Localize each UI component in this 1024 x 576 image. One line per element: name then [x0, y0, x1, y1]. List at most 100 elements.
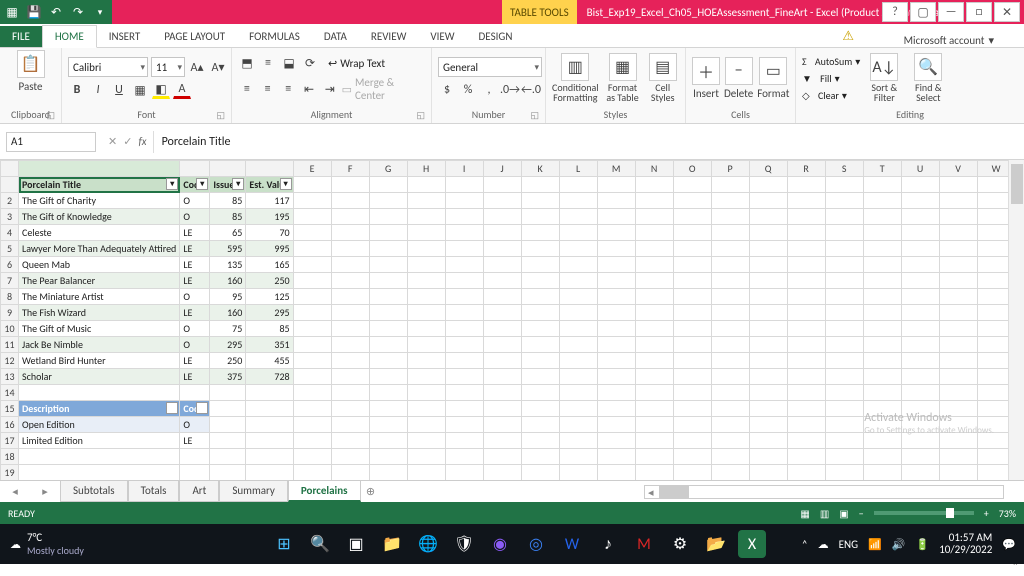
number-dialog-icon[interactable]: ◱ — [530, 110, 539, 121]
view-page-break-icon[interactable]: ▣ — [839, 507, 848, 520]
table-cell[interactable]: 375 — [210, 369, 246, 385]
filter-dropdown-icon[interactable]: ▾ — [232, 178, 244, 190]
paste-button[interactable]: 📋 Paste — [10, 50, 52, 93]
table-cell[interactable]: 70 — [246, 225, 293, 241]
table-cell[interactable]: 165 — [246, 257, 293, 273]
filter-dropdown-icon[interactable]: ▾ — [166, 402, 178, 414]
chrome-icon[interactable]: 🌐 — [414, 530, 442, 558]
table-cell[interactable]: 125 — [246, 289, 293, 305]
restore-icon[interactable]: □ — [966, 2, 992, 22]
tab-design[interactable]: DESIGN — [467, 26, 525, 47]
zoom-level[interactable]: 73% — [999, 507, 1016, 520]
table-cell[interactable]: 595 — [210, 241, 246, 257]
table-cell[interactable]: 117 — [246, 193, 293, 209]
table-cell[interactable]: 85 — [210, 209, 246, 225]
table-cell[interactable]: Limited Edition — [19, 433, 180, 449]
save-icon[interactable]: 💾 — [26, 4, 42, 20]
find-select-button[interactable]: 🔍Find & Select — [908, 53, 948, 103]
fill-button[interactable]: ▼ Fill ▾ — [802, 72, 860, 85]
alignment-dialog-icon[interactable]: ◱ — [416, 110, 425, 121]
align-top-icon[interactable]: ⬒ — [238, 54, 256, 72]
tab-insert[interactable]: INSERT — [97, 26, 153, 47]
align-middle-icon[interactable]: ≡ — [259, 54, 277, 72]
tab-page-layout[interactable]: PAGE LAYOUT — [152, 26, 237, 47]
security-icon[interactable]: 🛡 — [450, 530, 478, 558]
sheet-tab-porcelains[interactable]: Porcelains — [288, 481, 361, 502]
cancel-formula-icon[interactable]: ✕ — [108, 135, 117, 148]
table-cell[interactable]: LE — [180, 433, 210, 449]
format-cells-button[interactable]: ▭Format — [757, 57, 789, 100]
tab-home[interactable]: HOME — [42, 25, 97, 48]
table-cell[interactable]: 160 — [210, 273, 246, 289]
table-cell[interactable]: O — [180, 289, 210, 305]
underline-button[interactable]: U — [110, 81, 128, 99]
font-color-button[interactable]: A — [173, 81, 191, 99]
undo-icon[interactable]: ↶ — [48, 4, 64, 20]
table-header[interactable]: Code▾ — [180, 401, 210, 417]
table-cell[interactable]: LE — [180, 353, 210, 369]
table-cell[interactable]: O — [180, 193, 210, 209]
new-sheet-button[interactable]: ⊕ — [361, 485, 381, 498]
table-cell[interactable]: Lawyer More Than Adequately Attired — [19, 241, 180, 257]
number-format-combo[interactable]: General — [438, 57, 542, 77]
table-cell[interactable]: LE — [180, 241, 210, 257]
increase-font-icon[interactable]: A▴ — [188, 58, 206, 76]
qat-more-icon[interactable]: ▾ — [92, 4, 108, 20]
table-cell[interactable]: 351 — [246, 337, 293, 353]
minimize-icon[interactable]: — — [938, 2, 964, 22]
table-cell[interactable]: O — [180, 209, 210, 225]
filter-dropdown-icon[interactable]: ▾ — [166, 178, 178, 190]
sheet-tab-subtotals[interactable]: Subtotals — [60, 481, 128, 502]
table-cell[interactable]: 995 — [246, 241, 293, 257]
onedrive-icon[interactable]: ☁ — [818, 538, 829, 551]
table-cell[interactable]: The Miniature Artist — [19, 289, 180, 305]
table-cell[interactable]: 250 — [246, 273, 293, 289]
table-cell[interactable]: 195 — [246, 209, 293, 225]
language-indicator[interactable]: ENG — [839, 538, 858, 551]
settings-icon[interactable]: ⚙ — [666, 530, 694, 558]
table-cell[interactable]: O — [180, 321, 210, 337]
zoom-in-icon[interactable]: + — [984, 507, 989, 520]
bold-button[interactable]: B — [68, 81, 86, 99]
clear-button[interactable]: ◇ Clear ▾ — [802, 89, 860, 102]
cell-styles-button[interactable]: ▤Cell Styles — [646, 53, 679, 103]
table-cell[interactable]: LE — [180, 225, 210, 241]
tab-review[interactable]: REVIEW — [359, 26, 419, 47]
task-view-icon[interactable]: ▣ — [342, 530, 370, 558]
wifi-icon[interactable]: 📶 — [868, 538, 882, 551]
align-bottom-icon[interactable]: ⬓ — [280, 54, 298, 72]
insert-cells-button[interactable]: ＋Insert — [692, 57, 720, 100]
clipboard-dialog-icon[interactable]: ◱ — [46, 110, 55, 121]
font-name-combo[interactable]: Calibri — [68, 57, 148, 77]
comma-format-icon[interactable]: , — [480, 81, 498, 99]
fill-color-button[interactable]: ◧ — [152, 81, 170, 99]
edge-icon[interactable]: ◎ — [522, 530, 550, 558]
table-cell[interactable]: 85 — [246, 321, 293, 337]
vertical-scrollbar[interactable] — [1008, 160, 1024, 480]
table-cell[interactable]: Celeste — [19, 225, 180, 241]
decrease-font-icon[interactable]: A▾ — [209, 58, 227, 76]
table-cell[interactable]: Open Edition — [19, 417, 180, 433]
table-cell[interactable]: 295 — [210, 337, 246, 353]
table-cell[interactable]: 160 — [210, 305, 246, 321]
table-cell[interactable]: 728 — [246, 369, 293, 385]
align-right-icon[interactable]: ≡ — [279, 80, 297, 98]
format-as-table-button[interactable]: ▦Format as Table — [603, 53, 643, 103]
tab-view[interactable]: VIEW — [418, 26, 466, 47]
mcafee-icon[interactable]: M — [630, 530, 658, 558]
align-center-icon[interactable]: ≡ — [259, 80, 277, 98]
table-cell[interactable]: 65 — [210, 225, 246, 241]
tab-file[interactable]: FILE — [0, 26, 42, 47]
horizontal-scrollbar[interactable]: ◂ — [644, 485, 1004, 499]
sort-filter-button[interactable]: A↓Sort & Filter — [864, 53, 904, 103]
table-cell[interactable]: Scholar — [19, 369, 180, 385]
delete-cells-button[interactable]: −Delete — [724, 57, 753, 100]
formula-bar[interactable]: Porcelain Title — [153, 131, 1024, 153]
tiktok-icon[interactable]: ♪ — [594, 530, 622, 558]
table-cell[interactable]: The Gift of Charity — [19, 193, 180, 209]
help-icon[interactable]: ? — [882, 2, 908, 22]
table-cell[interactable]: 95 — [210, 289, 246, 305]
table-header[interactable]: Issue▾ — [210, 177, 246, 193]
volume-icon[interactable]: 🔊 — [892, 538, 906, 551]
merge-center-button[interactable]: ▭Merge & Center — [342, 76, 425, 102]
